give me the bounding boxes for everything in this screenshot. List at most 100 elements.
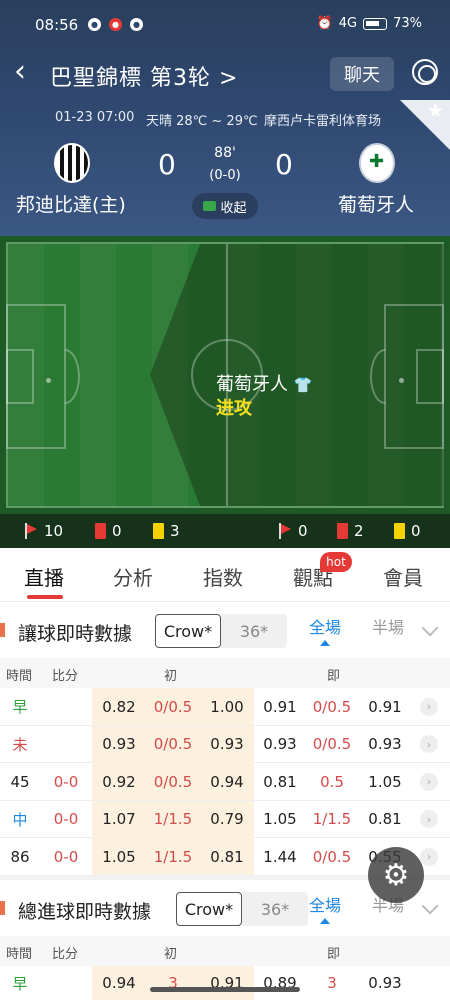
page-title[interactable]: 巴聖錦標 第3轮 > (50, 60, 238, 92)
chevron-right-icon: › (420, 847, 438, 866)
live-handicap: 0/0.5 (312, 847, 352, 866)
home-team-name: 邦迪比達(主) (16, 194, 126, 216)
row-score (40, 726, 92, 763)
battery-level: 73% (393, 16, 422, 31)
match-stats-bar: 10 0 3 0 2 0 (0, 514, 450, 548)
left-penalty-spot (46, 378, 51, 383)
section-marker (0, 623, 5, 637)
initial-home-odds: 0.82 (92, 688, 146, 725)
collapse-label: 收起 (220, 200, 247, 216)
handicap-section-header: 讓球即時數據 Crow* 36* 全場 半場 (0, 602, 450, 660)
table-row[interactable]: 早 0.94 3 0.91 0.89 3 0.93 (0, 966, 450, 1000)
match-datetime: 01-23 07:00 (55, 110, 135, 125)
shirt-icon: 👕 (293, 376, 313, 394)
chevron-left-icon[interactable]: ‹ (14, 56, 26, 88)
message-icon: ● (88, 18, 101, 31)
live-handicap: 0.5 (320, 772, 344, 791)
away-corners-count: 0 (298, 522, 308, 540)
away-yellow-count: 0 (411, 522, 421, 540)
row-time: 早 (12, 974, 28, 993)
away-red-cards: 2 (337, 522, 364, 540)
live-home-odds: 0.93 (263, 735, 297, 754)
gear-icon: ⚙ (382, 857, 410, 893)
row-score (40, 688, 92, 725)
tab-live[interactable]: 直播 (24, 562, 64, 591)
table-row[interactable]: 早 0.82 0/0.5 1.00 0.91 0/0.5 0.91 › (0, 688, 450, 726)
scope-full-match[interactable]: 全場 (309, 614, 341, 638)
scope-full-match[interactable]: 全場 (309, 892, 341, 916)
scope-half-match[interactable]: 半場 (363, 614, 413, 638)
row-detail-button[interactable]: › (418, 726, 440, 763)
hot-badge: hot (320, 552, 352, 572)
table-row[interactable]: 中 0-0 1.07 1/1.5 0.79 1.05 1/1.5 0.81 › (0, 800, 450, 839)
collapse-button[interactable]: 收起 (192, 193, 258, 219)
handicap-title: 讓球即時數據 (18, 623, 133, 645)
table-row[interactable]: 未 0.93 0/0.5 0.93 0.93 0/0.5 0.93 › (0, 725, 450, 764)
chevron-right-icon: › (420, 772, 438, 791)
live-under: 0.93 (368, 974, 402, 992)
home-indicator[interactable] (150, 987, 300, 992)
away-yellow-cards: 0 (394, 522, 421, 540)
live-pitch: 葡萄牙人 👕 进攻 (0, 236, 450, 514)
handicap-table: 早 0.82 0/0.5 1.00 0.91 0/0.5 0.91 › 未 0.93 0/0.5 0.… (0, 688, 450, 876)
yellow-card-icon (394, 523, 405, 539)
provider-count[interactable]: 36* (221, 614, 287, 648)
tab-odds[interactable]: 指数 (203, 562, 243, 591)
status-time: 08:56 (35, 16, 79, 34)
attacking-team-name: 葡萄牙人 (216, 374, 288, 395)
provider-select[interactable]: Crow* (176, 892, 242, 926)
settings-fab[interactable]: ⚙ (368, 847, 424, 903)
tab-analysis[interactable]: 分析 (113, 562, 153, 591)
initial-handicap: 0/0.5 (146, 688, 200, 725)
initial-home-odds: 1.05 (92, 838, 146, 876)
corner-flag-icon (278, 523, 292, 539)
provider-count[interactable]: 36* (242, 892, 308, 926)
chat-app-icon: ● (130, 18, 143, 31)
chevron-right-icon: › (420, 810, 438, 829)
right-penalty-spot (399, 378, 404, 383)
row-detail-button[interactable]: › (418, 763, 440, 800)
match-venue: 摩西卢卡雷利体育场 (264, 114, 382, 129)
chevron-down-icon[interactable] (421, 897, 439, 915)
top-nav: ‹ 巴聖錦標 第3轮 > 聊天 (0, 56, 450, 92)
live-handicap: 0/0.5 (312, 697, 352, 716)
yellow-card-icon (153, 523, 164, 539)
totals-column-header: 時間 比分 初 即 (0, 936, 450, 966)
app-notification-icon: ● (109, 18, 122, 31)
live-line: 3 (327, 974, 337, 992)
initial-away-odds: 0.81 (200, 838, 254, 876)
initial-home-odds: 1.07 (92, 800, 146, 838)
handicap-column-header: 時間 比分 初 即 (0, 658, 450, 688)
live-handicap: 1/1.5 (312, 810, 352, 829)
red-card-icon (337, 523, 348, 539)
section-marker (0, 901, 5, 915)
attack-status: 进攻 (216, 398, 252, 419)
target-icon[interactable] (412, 59, 438, 85)
home-score: 0 (158, 148, 176, 181)
row-detail-button[interactable]: › (418, 688, 440, 725)
initial-home-odds: 0.92 (92, 763, 146, 801)
initial-handicap: 0/0.5 (146, 725, 200, 763)
pitch-field: 葡萄牙人 👕 进攻 (6, 242, 444, 508)
away-team-crest (359, 143, 395, 183)
corner-flag-icon (24, 523, 38, 539)
initial-away-odds: 0.79 (200, 800, 254, 838)
home-corners-count: 10 (44, 522, 64, 540)
provider-select[interactable]: Crow* (155, 614, 221, 648)
home-red-count: 0 (112, 522, 122, 540)
chevron-down-icon[interactable] (421, 619, 439, 637)
tab-member[interactable]: 會員 (383, 562, 423, 591)
row-detail-button[interactable]: › (418, 801, 440, 838)
status-bar: 08:56 ● ● ● ⏰ 4G 73% (0, 0, 450, 50)
initial-away-odds: 0.93 (200, 725, 254, 763)
initial-handicap: 0/0.5 (146, 763, 200, 801)
live-away-odds: 1.05 (368, 772, 402, 791)
away-team-name: 葡萄牙人 (338, 194, 415, 216)
live-away-odds: 0.93 (368, 735, 402, 754)
col-score: 比分 (52, 669, 79, 684)
star-icon[interactable]: ★ (427, 100, 444, 122)
row-time: 早 (12, 698, 28, 716)
chat-button[interactable]: 聊天 (330, 57, 394, 91)
match-weather: 天晴 28℃ ~ 29℃ (146, 114, 258, 129)
table-row[interactable]: 45 0-0 0.92 0/0.5 0.94 0.81 0.5 1.05 › (0, 763, 450, 801)
